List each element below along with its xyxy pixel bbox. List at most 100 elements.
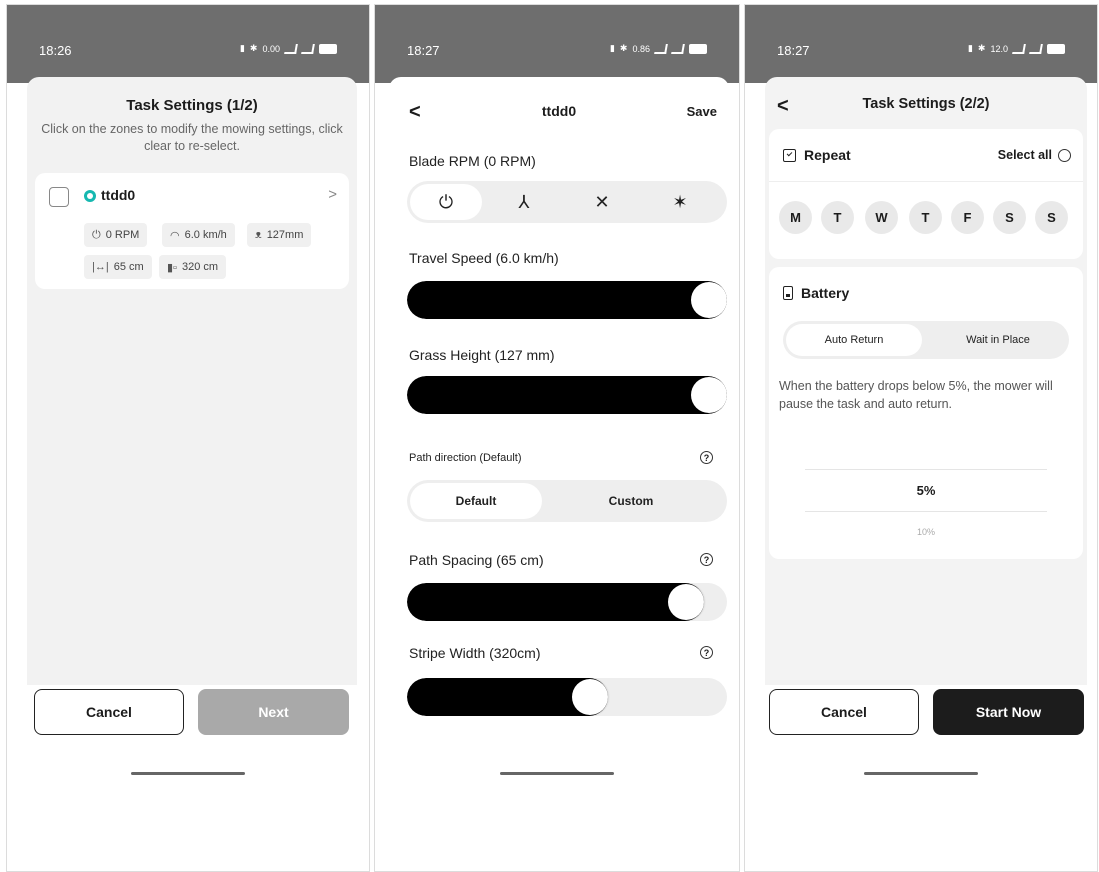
status-bar: 18:27 ▮ ✱ 0.86: [375, 5, 739, 83]
cancel-button[interactable]: Cancel: [34, 689, 184, 735]
speed-icon: ◠: [170, 229, 180, 242]
battery-description: When the battery drops below 5%, the mow…: [779, 379, 1053, 411]
spacing-icon: |↔|: [92, 261, 109, 273]
next-button[interactable]: Next: [198, 689, 349, 735]
path-direction-custom[interactable]: Custom: [566, 483, 696, 519]
day-friday[interactable]: F: [951, 201, 984, 234]
status-icons: ▮ ✱ 0.00: [240, 43, 337, 54]
start-now-button[interactable]: Start Now: [933, 689, 1084, 735]
battery-threshold-next[interactable]: 10%: [769, 527, 1083, 537]
zone-card[interactable]: ttdd0 > ⏻ 0 RPM ◠ 6.0 km/h ᴥ 127mm |↔| 6…: [35, 173, 349, 289]
blade-rpm-selector[interactable]: ⏻ ⅄ ✕ ✶: [407, 181, 727, 223]
power-icon: ⏻: [92, 228, 101, 241]
chip-rpm-value: 0 RPM: [105, 229, 140, 241]
signal-icon: [284, 43, 298, 54]
power-icon: ⏻: [438, 191, 454, 212]
blade-off-option[interactable]: ⏻: [410, 184, 482, 220]
slider-fill: [407, 281, 727, 319]
battery-label: Battery: [801, 285, 850, 301]
footer-area: Cancel Start Now: [745, 685, 1097, 871]
status-bar: 18:27 ▮ ✱ 12.0: [745, 5, 1097, 83]
page-title: Task Settings (1/2): [126, 97, 258, 114]
home-indicator: [864, 772, 978, 775]
blade-low-icon: ⅄: [518, 191, 530, 212]
travel-speed-slider[interactable]: [407, 281, 727, 319]
bluetooth-icon: ✱: [249, 43, 258, 53]
repeat-label: Repeat: [804, 147, 851, 163]
day-wednesday[interactable]: W: [865, 201, 898, 234]
slider-thumb[interactable]: [691, 377, 727, 413]
battery-card: Battery Auto Return Wait in Place When t…: [769, 267, 1083, 559]
slider-fill: [407, 583, 704, 621]
wait-in-place-option[interactable]: Wait in Place: [928, 324, 1068, 356]
footer-area: Cancel Next: [7, 685, 369, 871]
repeat-card: Repeat Select all M T W T F S S: [769, 129, 1083, 259]
blade-high-icon: ✶: [672, 191, 688, 212]
grass-height-slider[interactable]: [407, 376, 727, 414]
signal-icon: [654, 43, 668, 54]
slider-thumb[interactable]: [668, 584, 704, 620]
status-bar: 18:26 ▮ ✱ 0.00: [7, 5, 369, 83]
chevron-right-icon[interactable]: >: [328, 186, 337, 203]
signal-icon: [671, 43, 685, 54]
blade-low-option[interactable]: ⅄: [488, 184, 560, 220]
blade-mid-option[interactable]: ✕: [566, 184, 638, 220]
status-time: 18:26: [39, 43, 72, 58]
stripe-width-label: Stripe Width (320cm): [409, 645, 541, 661]
select-all-toggle[interactable]: Select all: [998, 148, 1071, 162]
day-monday[interactable]: M: [779, 201, 812, 234]
chip-height-value: 127mm: [266, 229, 304, 241]
page-title: Task Settings (2/2): [862, 96, 990, 112]
travel-speed-label: Travel Speed (6.0 km/h): [409, 250, 559, 266]
battery-icon: [783, 286, 793, 300]
status-time: 18:27: [777, 43, 810, 58]
bluetooth-icon: ✱: [619, 43, 628, 53]
status-icons: ▮ ✱ 12.0: [968, 43, 1065, 54]
picker-divider: [805, 511, 1047, 512]
auto-return-option[interactable]: Auto Return: [786, 324, 922, 356]
repeat-header: Repeat: [783, 147, 851, 163]
day-thursday[interactable]: T: [909, 201, 942, 234]
path-direction-default[interactable]: Default: [410, 483, 542, 519]
screen-task-settings-2: 18:27 ▮ ✱ 12.0 < Task Settings (2/2) Rep…: [744, 4, 1098, 872]
signal-icon: [301, 43, 315, 54]
status-icons: ▮ ✱ 0.86: [610, 43, 707, 54]
cancel-button[interactable]: Cancel: [769, 689, 919, 735]
zone-checkbox[interactable]: [49, 187, 69, 207]
signal-icon: [1012, 43, 1026, 54]
vibrate-icon: ▮: [967, 43, 973, 53]
chip-stripe: ▮▫ 320 cm: [159, 255, 227, 279]
status-time: 18:27: [407, 43, 440, 58]
battery-mode-selector[interactable]: Auto Return Wait in Place: [783, 321, 1069, 359]
path-direction-selector[interactable]: Default Custom: [407, 480, 727, 522]
day-saturday[interactable]: S: [993, 201, 1026, 234]
blade-rpm-label: Blade RPM (0 RPM): [409, 153, 536, 169]
save-button[interactable]: Save: [687, 104, 717, 119]
page-subtitle: Click on the zones to modify the mowing …: [41, 122, 343, 153]
select-all-label: Select all: [997, 148, 1052, 162]
blade-high-option[interactable]: ✶: [644, 184, 716, 220]
path-spacing-slider[interactable]: [407, 583, 727, 621]
stripe-width-slider[interactable]: [407, 678, 727, 716]
help-icon[interactable]: ?: [700, 646, 713, 659]
slider-thumb[interactable]: [691, 282, 727, 318]
help-icon[interactable]: ?: [700, 553, 713, 566]
net-speed: 0.00: [262, 43, 280, 54]
zone-flag-icon: [84, 190, 96, 202]
chip-stripe-value: 320 cm: [181, 261, 219, 273]
vibrate-icon: ▮: [239, 43, 245, 53]
slider-thumb[interactable]: [572, 679, 608, 715]
chip-speed: ◠ 6.0 km/h: [162, 223, 235, 247]
battery-header: Battery: [783, 285, 849, 301]
battery-threshold-selected[interactable]: 5%: [769, 483, 1083, 498]
day-sunday[interactable]: S: [1035, 201, 1068, 234]
chip-spacing: |↔| 65 cm: [84, 255, 152, 279]
chip-speed-value: 6.0 km/h: [184, 229, 227, 241]
day-tuesday[interactable]: T: [821, 201, 854, 234]
grass-height-label: Grass Height (127 mm): [409, 347, 555, 363]
grass-icon: ᴥ: [255, 229, 262, 241]
help-icon[interactable]: ?: [700, 451, 713, 464]
bluetooth-icon: ✱: [977, 43, 986, 53]
radio-icon[interactable]: [1058, 148, 1071, 162]
battery-status-icon: [1047, 43, 1065, 54]
